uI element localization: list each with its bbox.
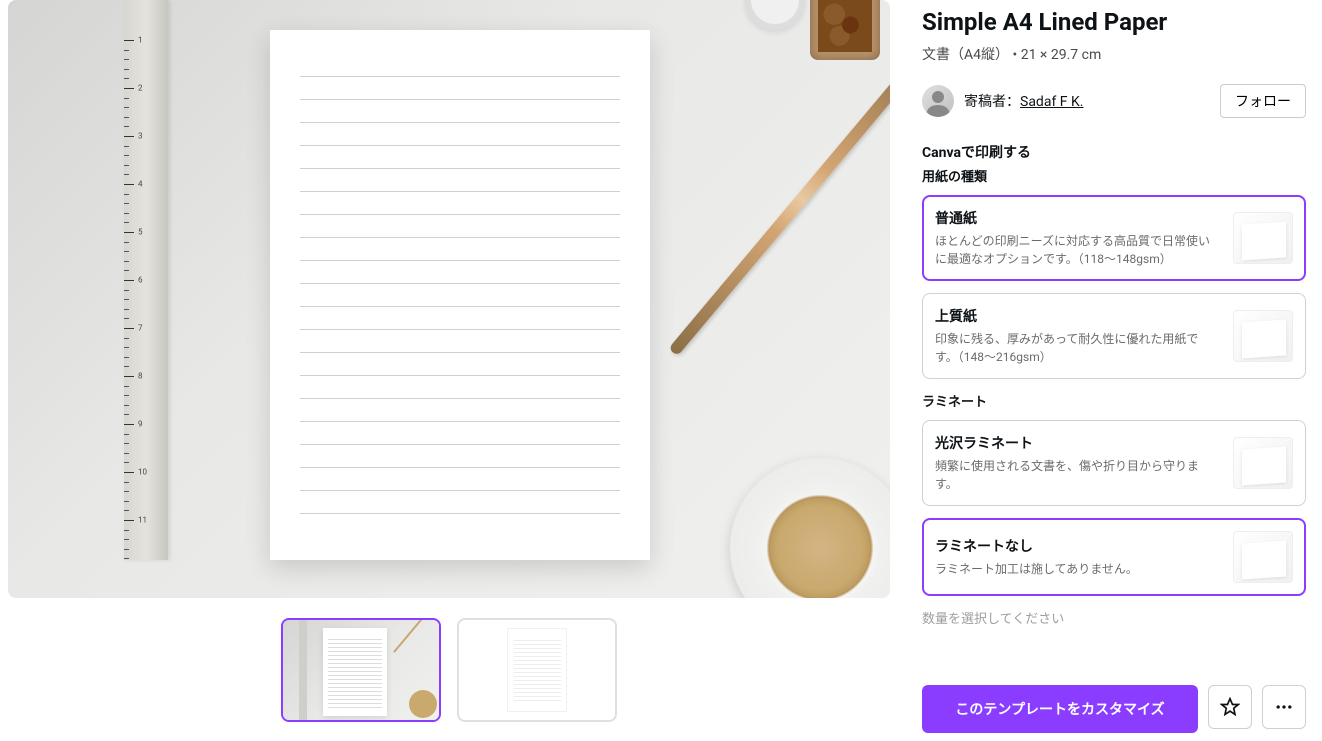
author-text: 寄稿者：Sadaf F K. — [964, 91, 1083, 111]
thumbnail-plain[interactable] — [457, 618, 617, 722]
preview-panel: 1234567891011 — [8, 0, 890, 741]
ruler-prop: 1234567891011 — [124, 0, 168, 560]
follow-button[interactable]: フォロー — [1220, 84, 1306, 118]
star-icon — [1220, 697, 1240, 717]
laminate-option-glossy[interactable]: 光沢ラミネート 頻繁に使用される文書を、傷や折り目から守ります。 — [922, 420, 1306, 506]
pen-prop — [668, 42, 890, 356]
author-avatar[interactable] — [922, 85, 954, 117]
paper-type-label: 用紙の種類 — [922, 166, 1306, 185]
coffee-cup-prop — [730, 458, 890, 598]
details-panel: Simple A4 Lined Paper 文書（A4縦） • 21 × 29.… — [922, 0, 1314, 741]
template-meta: 文書（A4縦） • 21 × 29.7 cm — [922, 44, 1306, 64]
laminate-thumb-icon — [1233, 531, 1293, 583]
author-link[interactable]: Sadaf F K. — [1020, 94, 1083, 110]
option-desc: ほとんどの印刷ニーズに対応する高品質で日常使いに最適なオプションです。（118〜… — [935, 232, 1221, 268]
paper-thumb-icon — [1233, 212, 1293, 264]
option-title: 普通紙 — [935, 208, 1221, 228]
print-heading: Canvaで印刷する — [922, 142, 1306, 162]
paper-thumb-icon — [1233, 310, 1293, 362]
laminate-thumb-icon — [1233, 437, 1293, 489]
customize-button[interactable]: このテンプレートをカスタマイズ — [922, 685, 1198, 733]
option-title: 上質紙 — [935, 306, 1221, 326]
option-title: ラミネートなし — [935, 536, 1221, 556]
thumbnail-strip — [8, 618, 890, 722]
jar-prop — [810, 0, 880, 60]
template-title: Simple A4 Lined Paper — [922, 8, 1306, 36]
doctype: 文書（A4縦） — [922, 47, 1009, 63]
author-prefix: 寄稿者： — [964, 94, 1020, 110]
option-title: 光沢ラミネート — [935, 433, 1221, 453]
quantity-label: 数量を選択してください — [922, 608, 1306, 627]
dimensions: 21 × 29.7 cm — [1021, 47, 1102, 63]
laminate-option-none[interactable]: ラミネートなし ラミネート加工は施してありません。 — [922, 518, 1306, 596]
author-row: 寄稿者：Sadaf F K. フォロー — [922, 84, 1306, 118]
option-desc: 頻繁に使用される文書を、傷や折り目から守ります。 — [935, 457, 1221, 493]
template-preview: 1234567891011 — [8, 0, 890, 598]
more-button[interactable] — [1262, 685, 1306, 729]
star-button[interactable] — [1208, 685, 1252, 729]
action-row: このテンプレートをカスタマイズ — [922, 685, 1306, 741]
dots-icon — [1274, 697, 1294, 717]
option-desc: 印象に残る、厚みがあって耐久性に優れた用紙です。（148〜216gsm） — [935, 330, 1221, 366]
laminate-label: ラミネート — [922, 391, 1306, 410]
thumbnail-mockup[interactable] — [281, 618, 441, 722]
lined-paper — [270, 30, 650, 560]
meta-separator: • — [1013, 47, 1018, 63]
paper-option-standard[interactable]: 普通紙 ほとんどの印刷ニーズに対応する高品質で日常使いに最適なオプションです。（… — [922, 195, 1306, 281]
option-desc: ラミネート加工は施してありません。 — [935, 560, 1221, 578]
tape-prop — [745, 0, 805, 30]
paper-option-premium[interactable]: 上質紙 印象に残る、厚みがあって耐久性に優れた用紙です。（148〜216gsm） — [922, 293, 1306, 379]
